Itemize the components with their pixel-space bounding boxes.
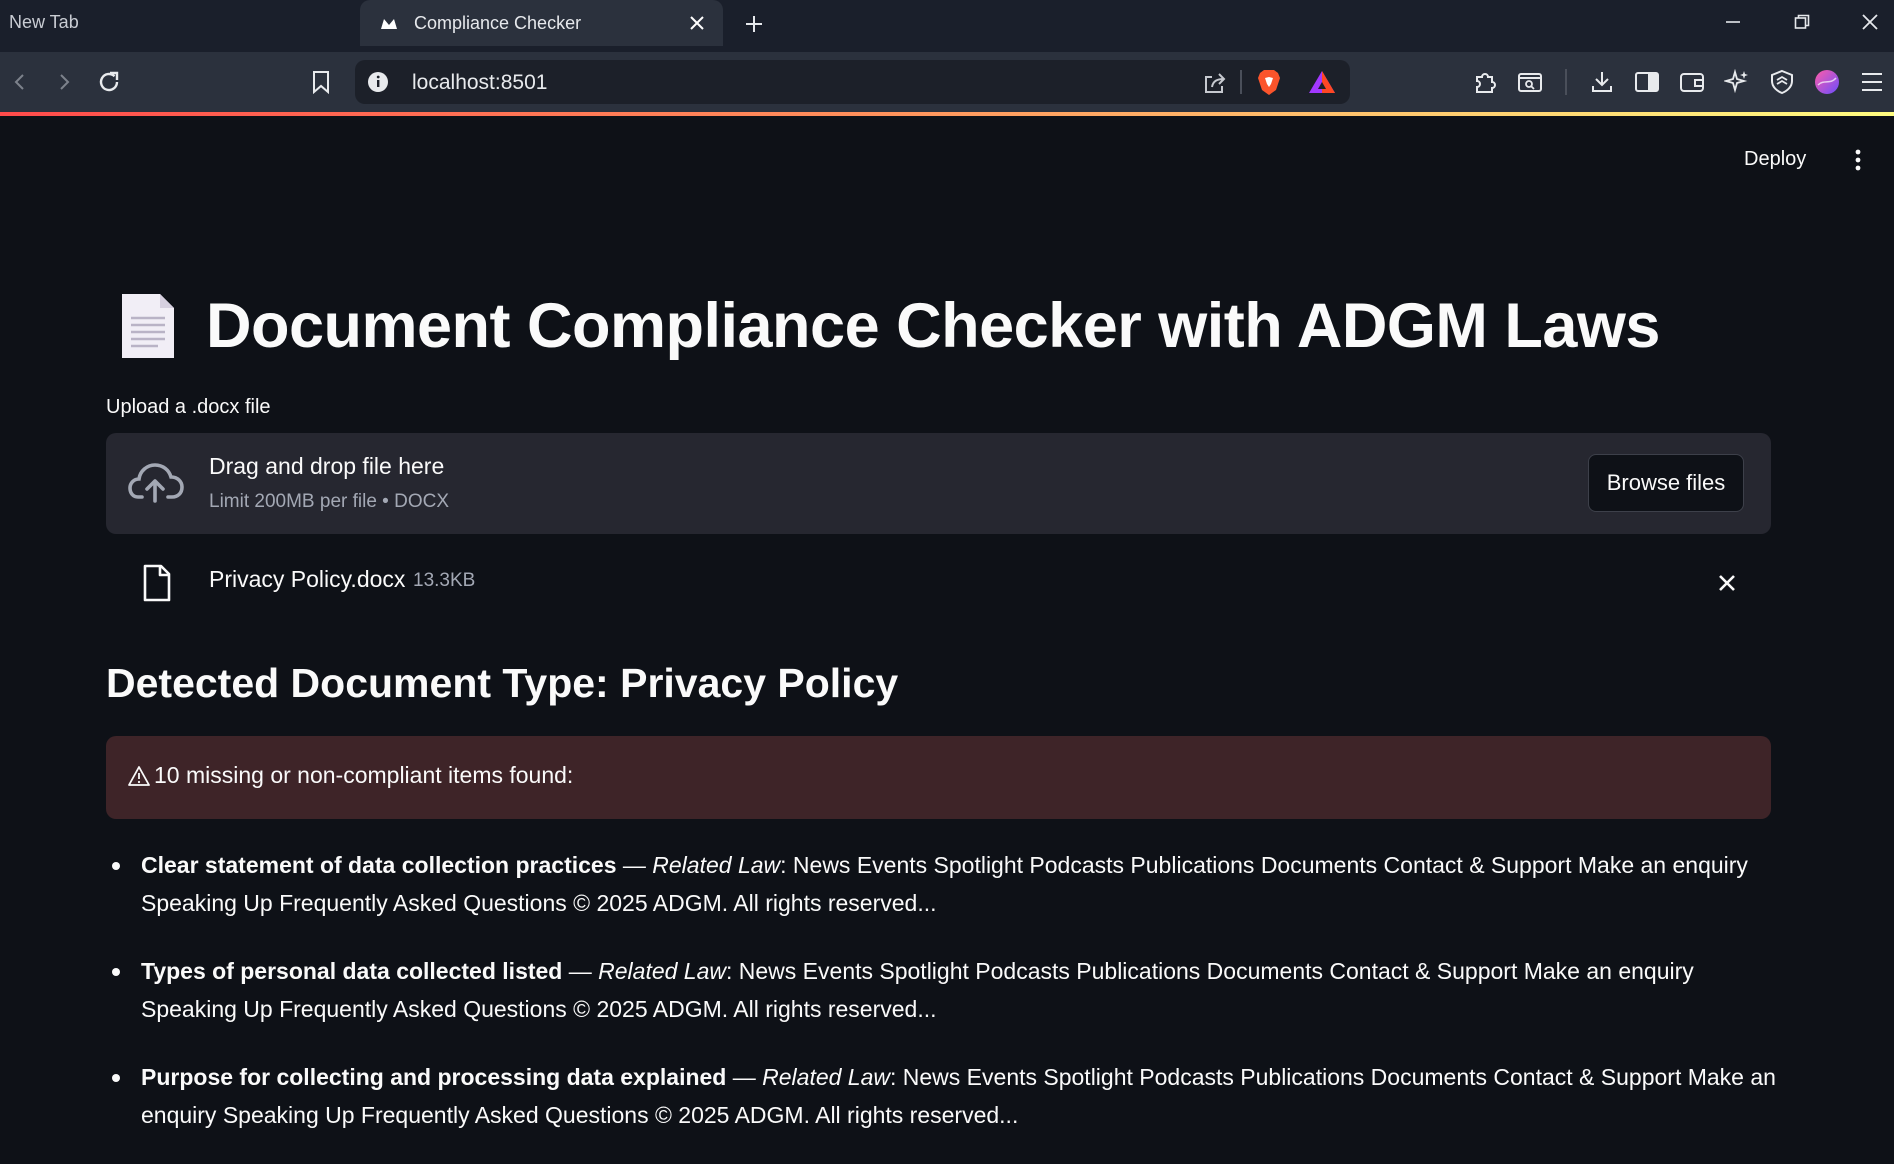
cloud-upload-icon	[128, 463, 184, 503]
browser-tab-strip: New Tab Compliance Checker	[0, 0, 1894, 52]
remove-file-icon[interactable]	[1712, 568, 1742, 598]
browser-toolbar: localhost:8501	[0, 52, 1894, 112]
site-info-icon[interactable]	[367, 71, 389, 93]
brave-rewards-icon[interactable]	[1308, 70, 1336, 94]
url-text: localhost:8501	[412, 71, 548, 94]
list-item: Types of personal data collected listed …	[106, 952, 1776, 1028]
list-item: Clear statement of data collection pract…	[106, 846, 1776, 922]
item-name: Clear statement of data collection pract…	[141, 852, 617, 878]
page-title: Document Compliance Checker with ADGM La…	[118, 290, 1660, 362]
wallet-icon[interactable]	[1675, 65, 1709, 99]
streamlit-header-decoration	[0, 112, 1894, 116]
tab-compliance-checker[interactable]: Compliance Checker	[360, 0, 723, 46]
main-menu-icon[interactable]	[1846, 146, 1870, 174]
deploy-button[interactable]: Deploy	[1744, 144, 1806, 174]
file-icon	[143, 564, 171, 602]
forward-icon[interactable]	[47, 65, 81, 99]
detected-document-type-heading: Detected Document Type: Privacy Policy	[106, 660, 899, 706]
page-facing-up-icon	[122, 294, 174, 358]
page-title-text: Document Compliance Checker with ADGM La…	[206, 291, 1660, 361]
related-law-label: Related Law	[598, 958, 726, 984]
bookmark-icon[interactable]	[304, 65, 338, 99]
reader-mode-icon[interactable]	[1513, 65, 1547, 99]
file-dropzone[interactable]: Drag and drop file here Limit 200MB per …	[106, 433, 1771, 534]
item-name: Types of personal data collected listed	[141, 958, 563, 984]
tab-close-icon[interactable]	[685, 11, 709, 35]
divider	[1565, 69, 1567, 95]
uploaded-file-name: Privacy Policy.docx	[209, 566, 406, 592]
related-law-label: Related Law	[762, 1064, 890, 1090]
vpn-shield-icon[interactable]	[1765, 65, 1799, 99]
streamlit-favicon-icon	[378, 12, 400, 34]
browser-menu-icon[interactable]	[1855, 65, 1889, 99]
new-tab-icon[interactable]	[740, 10, 768, 38]
dropzone-limit-text: Limit 200MB per file • DOCX	[209, 491, 450, 512]
uploaded-file-row: Privacy Policy.docx 13.3KB	[106, 554, 1771, 614]
downloads-icon[interactable]	[1585, 65, 1619, 99]
browse-files-button[interactable]: Browse files	[1588, 454, 1744, 512]
divider	[1240, 70, 1242, 94]
list-item: Purpose for collecting and processing da…	[106, 1058, 1776, 1134]
item-name: Purpose for collecting and processing da…	[141, 1064, 727, 1090]
back-icon[interactable]	[3, 65, 37, 99]
minimize-icon[interactable]	[1713, 8, 1753, 36]
address-bar[interactable]: localhost:8501	[355, 60, 1350, 104]
uploaded-file-size: 13.3KB	[413, 570, 476, 591]
related-law-label: Related Law	[652, 852, 781, 878]
extensions-icon[interactable]	[1468, 65, 1502, 99]
missing-items-list: Clear statement of data collection pract…	[106, 846, 1776, 1164]
tab-new-tab[interactable]: New Tab	[0, 0, 364, 44]
tab-title: New Tab	[9, 11, 79, 32]
leo-ai-icon[interactable]	[1720, 65, 1754, 99]
file-uploader-label: Upload a .docx file	[106, 396, 271, 418]
sidebar-toggle-icon[interactable]	[1630, 65, 1664, 99]
dropzone-instructions: Drag and drop file here	[209, 453, 445, 479]
warning-icon	[128, 765, 150, 786]
restore-icon[interactable]	[1782, 8, 1822, 36]
alert-message: 10 missing or non-compliant items found:	[154, 762, 574, 788]
brave-shields-icon[interactable]	[1256, 68, 1282, 96]
share-icon[interactable]	[1202, 70, 1228, 96]
profile-avatar-icon[interactable]	[1810, 65, 1844, 99]
tab-title: Compliance Checker	[414, 12, 582, 33]
reload-icon[interactable]	[92, 65, 126, 99]
window-close-icon[interactable]	[1850, 8, 1890, 36]
error-alert: 10 missing or non-compliant items found:	[106, 736, 1771, 819]
